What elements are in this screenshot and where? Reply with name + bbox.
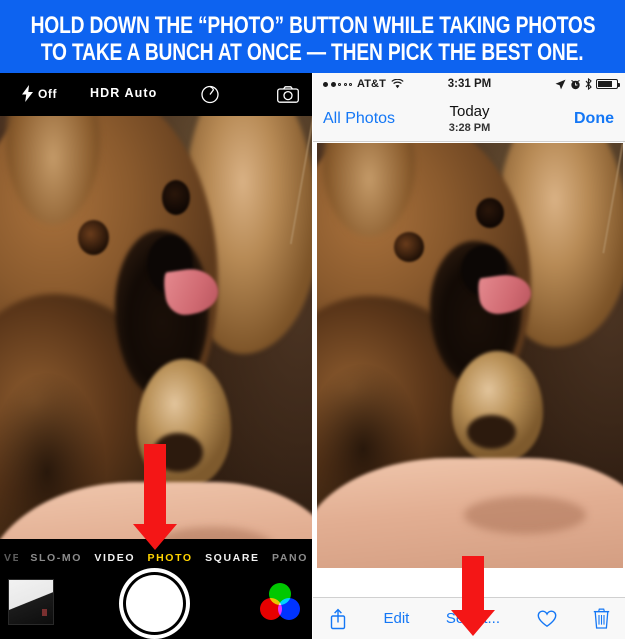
screenshot-panels: Off HDR Auto VE SLO-MO VIDEO PHOTO SQUAR… bbox=[0, 73, 625, 639]
battery-icon bbox=[596, 79, 620, 89]
timer-button[interactable] bbox=[200, 84, 220, 109]
camera-top-bar: Off HDR Auto bbox=[0, 73, 312, 116]
status-bar-right bbox=[555, 78, 620, 90]
camera-mode-selector[interactable]: VE SLO-MO VIDEO PHOTO SQUARE PANO bbox=[0, 549, 312, 567]
delete-button[interactable] bbox=[593, 608, 610, 629]
mode-timelapse[interactable]: VE bbox=[4, 552, 18, 564]
mode-video[interactable]: VIDEO bbox=[94, 552, 135, 564]
lightning-bolt-icon bbox=[22, 85, 33, 102]
flash-control[interactable]: Off bbox=[22, 85, 57, 102]
annotation-arrow-select bbox=[449, 556, 497, 636]
camera-app-panel: Off HDR Auto VE SLO-MO VIDEO PHOTO SQUAR… bbox=[0, 73, 312, 639]
filters-button[interactable] bbox=[260, 583, 300, 621]
hdr-button[interactable]: HDR Auto bbox=[90, 86, 157, 100]
mode-photo[interactable]: PHOTO bbox=[148, 552, 193, 564]
instruction-banner: HOLD DOWN THE “PHOTO” BUTTON WHILE TAKIN… bbox=[0, 0, 625, 73]
camera-flip-button[interactable] bbox=[277, 86, 299, 108]
mode-square[interactable]: SQUARE bbox=[205, 552, 260, 564]
photo-image bbox=[317, 143, 623, 568]
done-button[interactable]: Done bbox=[574, 110, 614, 128]
photos-app-panel: AT&T 3:31 PM All Photos Today 3:28 PM Do… bbox=[312, 73, 625, 639]
instruction-line-1: HOLD DOWN THE “PHOTO” BUTTON WHILE TAKIN… bbox=[30, 11, 595, 39]
favorite-button[interactable] bbox=[537, 609, 557, 628]
location-arrow-icon bbox=[555, 79, 566, 89]
ios-status-bar: AT&T 3:31 PM bbox=[313, 73, 625, 98]
camera-flip-icon bbox=[277, 86, 299, 103]
timer-icon bbox=[201, 85, 219, 104]
share-icon bbox=[330, 608, 346, 629]
edit-button[interactable]: Edit bbox=[383, 610, 409, 627]
bluetooth-icon bbox=[585, 78, 592, 90]
instruction-line-2: TO TAKE A BUNCH AT ONCE — THEN PICK THE … bbox=[41, 38, 584, 66]
heart-icon bbox=[537, 609, 556, 627]
filter-circle-blue bbox=[278, 598, 300, 620]
mode-pano[interactable]: PANO bbox=[272, 552, 308, 564]
flash-label: Off bbox=[38, 86, 58, 101]
trash-icon bbox=[593, 608, 610, 629]
share-button[interactable] bbox=[329, 608, 347, 630]
annotation-arrow-shutter bbox=[131, 444, 179, 550]
screenshot-root: HOLD DOWN THE “PHOTO” BUTTON WHILE TAKIN… bbox=[0, 0, 625, 639]
photo-viewer[interactable] bbox=[317, 143, 623, 568]
photos-nav-bar: All Photos Today 3:28 PM Done bbox=[313, 98, 625, 142]
alarm-clock-icon bbox=[571, 79, 580, 89]
shutter-button[interactable] bbox=[126, 575, 183, 632]
camera-bottom-bar: VE SLO-MO VIDEO PHOTO SQUARE PANO bbox=[0, 539, 312, 639]
last-photo-thumbnail[interactable] bbox=[8, 579, 54, 625]
mode-slo-mo[interactable]: SLO-MO bbox=[30, 552, 82, 564]
